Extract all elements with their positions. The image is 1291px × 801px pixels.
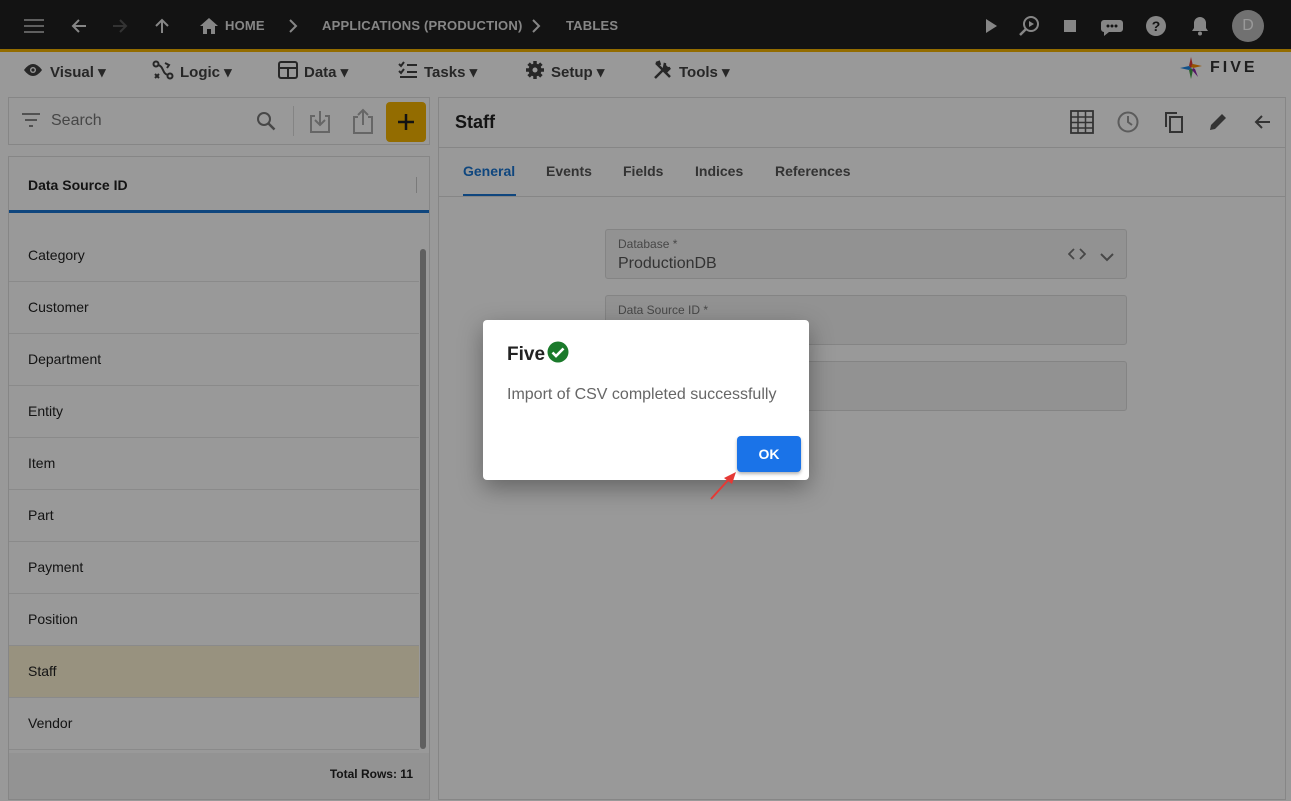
- ok-button[interactable]: OK: [737, 436, 801, 472]
- dialog-message: Import of CSV completed successfully: [507, 386, 777, 403]
- success-dialog: Five Import of CSV completed successfull…: [483, 320, 809, 480]
- dialog-title: Five: [507, 343, 546, 365]
- check-circle-icon: [547, 341, 569, 368]
- annotation-arrow-icon: [710, 472, 736, 500]
